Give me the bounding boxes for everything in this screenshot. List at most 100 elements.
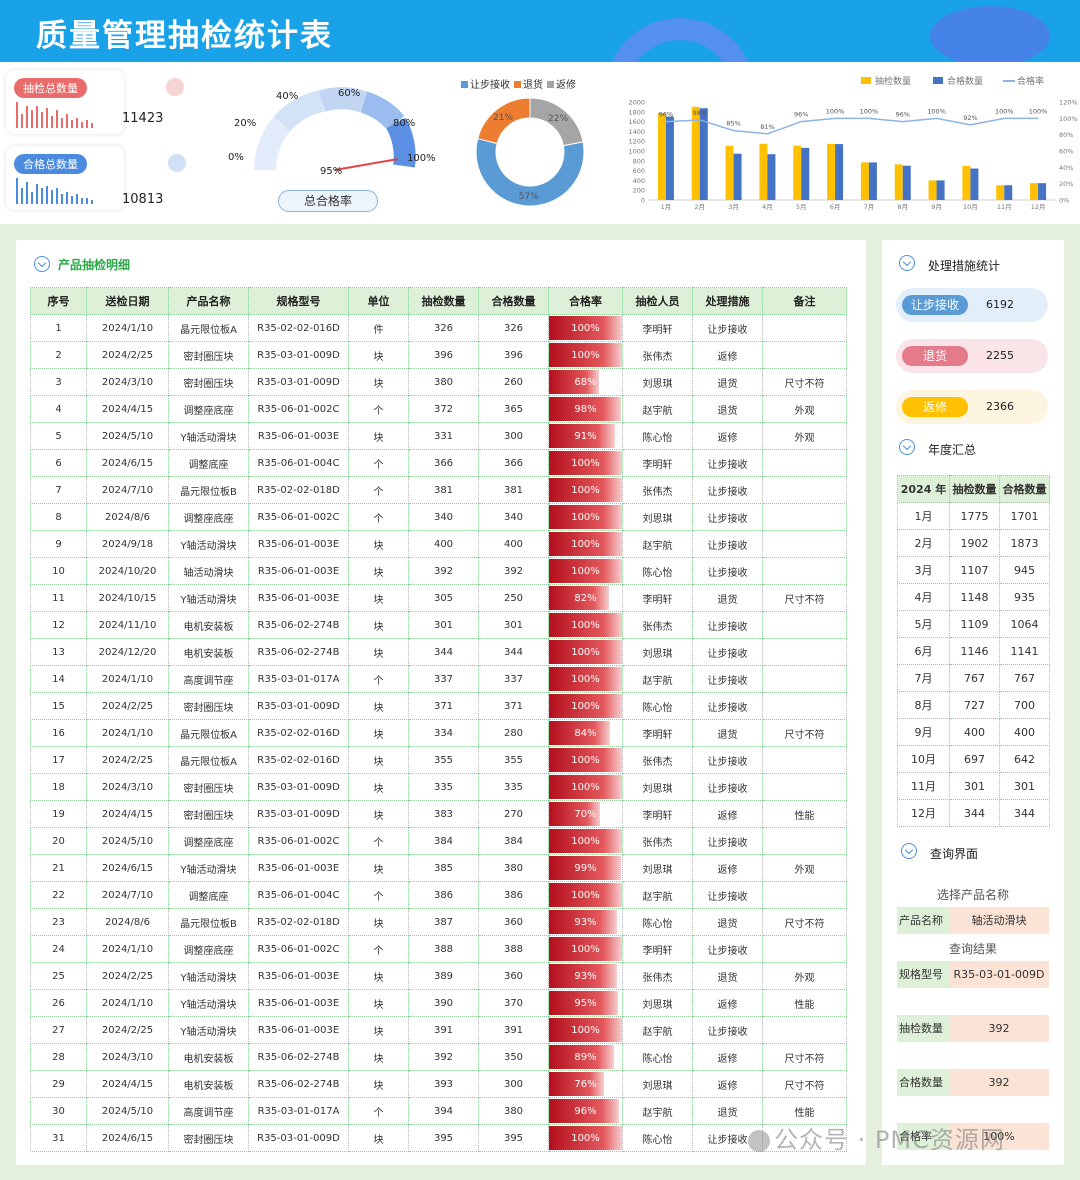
cell-unit: 个 [348, 665, 409, 693]
cell-inspected: 366 [408, 449, 479, 477]
yearly-cell-qualified: 1064 [999, 610, 1050, 638]
rate-text: 96% [574, 1105, 597, 1117]
table-row: 19 2024/4/15 密封圈压块 R35-03-01-009D 块 383 270 70%… [30, 800, 847, 828]
combo-bar-qualified [801, 147, 810, 200]
detail-header-row: 序号 送检日期 产品名称 规格型号 单位 抽检数量 合格数量 合格率 抽检人员 … [30, 287, 847, 315]
combo-rate-label: 85% [726, 120, 740, 128]
combo-bar-qualified [1004, 185, 1013, 200]
donut-slice-label-0: 57% [519, 192, 539, 202]
cell-inspector: 陈心怡 [622, 422, 693, 450]
cell-spec: R35-03-01-009D [248, 341, 349, 369]
combo-ytick: 2000 [628, 99, 645, 107]
cell-unit: 个 [348, 827, 409, 855]
combo-ytick: 0 [641, 197, 645, 205]
cell-rate: 100% [548, 881, 623, 909]
yearly-cell-qualified: 344 [999, 799, 1050, 827]
cell-inspected: 393 [408, 1070, 479, 1098]
cell-date: 2024/10/20 [86, 557, 169, 585]
query-product-select[interactable]: 轴活动滑块 [949, 907, 1049, 934]
cell-index: 16 [30, 719, 87, 747]
combo-ytick: 600 [633, 167, 645, 175]
yearly-col-month: 2024 年 [897, 475, 950, 503]
cell-measure: 让步接收 [692, 530, 763, 558]
gauge-needle [334, 158, 399, 171]
cell-inspected: 372 [408, 395, 479, 423]
cell-inspected: 391 [408, 1016, 479, 1044]
yearly-cell-month: 11月 [897, 772, 950, 800]
cell-inspector: 赵宇航 [622, 665, 693, 693]
cell-date: 2024/10/15 [86, 584, 169, 612]
kpi-card-inspected: 抽检总数量 [6, 70, 124, 134]
cell-inspected: 385 [408, 854, 479, 882]
combo-bar-inspected [1030, 183, 1039, 200]
combo-xtick: 7月 [864, 203, 875, 211]
table-row: 14 2024/1/10 高度调节座 R35-03-01-017A 个 337 337 100… [30, 665, 847, 693]
wechat-icon [748, 1130, 770, 1152]
cell-product: Y轴活动滑块 [168, 422, 249, 450]
cell-date: 2024/1/10 [86, 989, 169, 1017]
cell-measure: 让步接收 [692, 476, 763, 504]
query-product-row: 产品名称 轴活动滑块 [897, 907, 1049, 934]
cell-date: 2024/2/25 [86, 341, 169, 369]
cell-date: 2024/1/10 [86, 935, 169, 963]
cell-remark: 外观 [762, 395, 847, 423]
cell-rate: 96% [548, 1097, 623, 1125]
cell-qualified: 250 [478, 584, 549, 612]
cell-unit: 个 [348, 449, 409, 477]
cell-product: 调整座底座 [168, 395, 249, 423]
combo-bar-qualified [767, 154, 776, 200]
measure-repair-label: 返修 [902, 397, 968, 417]
query-select-caption: 选择产品名称 [936, 888, 1009, 902]
combo-bar-qualified [665, 116, 674, 200]
cell-qualified: 392 [478, 557, 549, 585]
cell-index: 13 [30, 638, 87, 666]
cell-unit: 块 [348, 746, 409, 774]
cell-qualified: 366 [478, 449, 549, 477]
combo-rate-label: 100% [927, 107, 946, 115]
cell-rate: 100% [548, 692, 623, 720]
cell-qualified: 326 [478, 314, 549, 342]
table-row: 3 2024/3/10 密封圈压块 R35-03-01-009D 块 380 260 68% 刘… [30, 368, 847, 396]
cell-product: 调整底座 [168, 881, 249, 909]
yearly-cell-inspected: 400 [949, 718, 1000, 746]
cell-index: 17 [30, 746, 87, 774]
yearly-cell-qualified: 301 [999, 772, 1050, 800]
cell-product: 轴活动滑块 [168, 557, 249, 585]
yearly-col-inspected: 抽检数量 [949, 475, 1000, 503]
cell-rate: 82% [548, 584, 623, 612]
combo-rate-label: 92% [963, 114, 977, 122]
cell-remark [762, 530, 847, 558]
cell-inspected: 380 [408, 368, 479, 396]
cell-inspected: 335 [408, 773, 479, 801]
cell-inspected: 388 [408, 935, 479, 963]
cell-date: 2024/8/6 [86, 503, 169, 531]
combo-y2tick: 60% [1059, 148, 1073, 156]
cell-unit: 个 [348, 503, 409, 531]
cell-unit: 块 [348, 557, 409, 585]
cell-remark: 性能 [762, 800, 847, 828]
cell-remark [762, 773, 847, 801]
cell-remark [762, 611, 847, 639]
col-qualified: 合格数量 [478, 287, 549, 315]
col-rate: 合格率 [548, 287, 623, 315]
cell-product: 晶元限位板A [168, 314, 249, 342]
cell-qualified: 344 [478, 638, 549, 666]
combo-ytick: 1200 [628, 138, 645, 146]
yearly-row: 11月 301 301 [897, 772, 1050, 800]
rate-text: 100% [571, 511, 600, 523]
detail-title: 产品抽检明细 [58, 258, 131, 272]
cell-unit: 个 [348, 395, 409, 423]
combo-bar-inspected [894, 164, 903, 200]
cell-index: 29 [30, 1070, 87, 1098]
yearly-table: 2024 年 抽检数量 合格数量 1月 1775 1701 2月 1902 1873 3月 1… [897, 475, 1050, 827]
yearly-row: 1月 1775 1701 [897, 502, 1050, 530]
yearly-cell-month: 7月 [897, 664, 950, 692]
cell-rate: 93% [548, 962, 623, 990]
cell-measure: 退货 [692, 962, 763, 990]
combo-y2tick: 0% [1059, 197, 1069, 205]
cell-remark [762, 746, 847, 774]
cell-qualified: 371 [478, 692, 549, 720]
cell-remark [762, 341, 847, 369]
cell-qualified: 365 [478, 395, 549, 423]
cell-remark: 外观 [762, 962, 847, 990]
